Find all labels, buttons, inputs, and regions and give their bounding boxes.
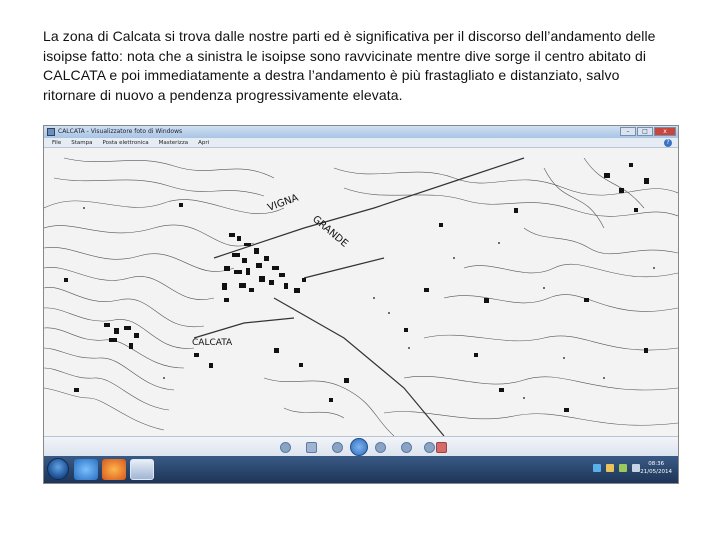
map-image: VIGNA GRANDE CALCATA bbox=[44, 148, 678, 436]
paragraph-line-4: ritornare di nuovo a pendenza progressiv… bbox=[43, 86, 403, 103]
close-button[interactable]: x bbox=[654, 127, 676, 136]
window-titlebar[interactable]: CALCATA - Visualizzatore foto di Windows… bbox=[44, 126, 678, 138]
menu-burn[interactable]: Masterizza bbox=[159, 140, 188, 146]
topographic-map: VIGNA GRANDE CALCATA bbox=[44, 148, 678, 436]
clock-time: 08:36 bbox=[648, 461, 665, 467]
windows-taskbar: 08:36 21/05/2014 bbox=[44, 456, 678, 483]
battery-icon[interactable] bbox=[619, 464, 627, 472]
description-paragraph: La zona di Calcata si trova dalle nostre… bbox=[43, 27, 683, 105]
volume-icon[interactable] bbox=[632, 464, 640, 472]
window-controls: – □ x bbox=[620, 127, 676, 136]
menu-file[interactable]: File bbox=[52, 140, 61, 146]
map-label-calcata: CALCATA bbox=[192, 338, 233, 348]
firefox-icon[interactable] bbox=[102, 459, 126, 480]
previous-icon[interactable] bbox=[332, 442, 343, 453]
fit-icon[interactable] bbox=[306, 442, 317, 453]
app-icon bbox=[47, 128, 55, 136]
ie-icon[interactable] bbox=[74, 459, 98, 480]
system-tray bbox=[593, 464, 640, 472]
minimize-button[interactable]: – bbox=[620, 127, 636, 136]
maximize-button[interactable]: □ bbox=[637, 127, 653, 136]
play-slideshow-icon[interactable] bbox=[350, 438, 368, 456]
menu-email[interactable]: Posta elettronica bbox=[102, 140, 148, 146]
window-title: CALCATA - Visualizzatore foto di Windows bbox=[58, 128, 183, 135]
menu-bar: File Stampa Posta elettronica Masterizza… bbox=[44, 138, 678, 148]
rotate-left-icon[interactable] bbox=[401, 442, 412, 453]
start-button-icon[interactable] bbox=[47, 458, 69, 480]
paragraph-line-1: La zona di Calcata si trova dalle nostre… bbox=[43, 28, 656, 44]
viewer-controls bbox=[44, 436, 678, 457]
photo-viewer-screenshot: CALCATA - Visualizzatore foto di Windows… bbox=[43, 125, 679, 484]
flag-icon[interactable] bbox=[606, 464, 614, 472]
paragraph-line-2: isoipse fatto: nota che a sinistra le is… bbox=[43, 47, 647, 64]
photo-viewer-icon[interactable] bbox=[130, 459, 154, 480]
zoom-icon[interactable] bbox=[280, 442, 291, 453]
menu-open[interactable]: Apri bbox=[198, 140, 209, 146]
paragraph-line-3: CALCATA e poi immediatamente a destra l’… bbox=[43, 67, 620, 83]
rotate-right-icon[interactable] bbox=[424, 442, 435, 453]
menu-print[interactable]: Stampa bbox=[71, 140, 92, 146]
next-icon[interactable] bbox=[375, 442, 386, 453]
delete-icon[interactable] bbox=[436, 442, 447, 453]
help-icon[interactable]: ? bbox=[664, 139, 672, 147]
taskbar-clock[interactable]: 08:36 21/05/2014 bbox=[640, 460, 672, 476]
network-icon[interactable] bbox=[593, 464, 601, 472]
clock-date: 21/05/2014 bbox=[640, 469, 672, 475]
